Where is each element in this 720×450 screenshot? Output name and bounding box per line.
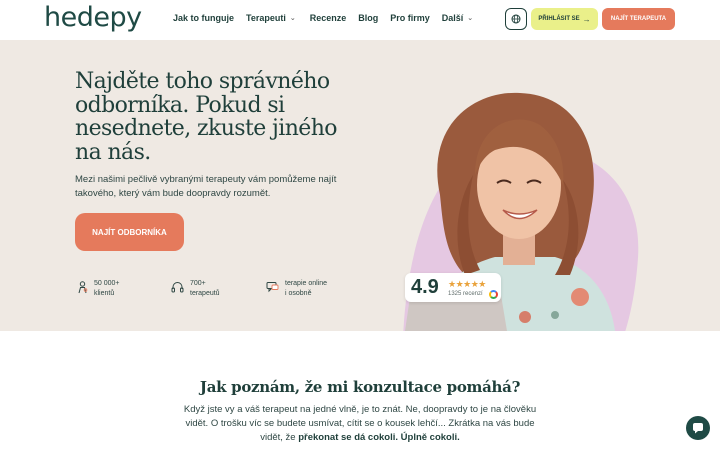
person-icon [78, 281, 88, 294]
nav-label: Recenze [309, 13, 347, 23]
logo[interactable]: hedepy [44, 2, 142, 33]
stat-therapists: 700+ terapeutů [171, 279, 220, 299]
review-count: 1325 recenzí [448, 291, 483, 297]
chevron-down-icon: ⌄ [467, 15, 474, 22]
section-text: Když jste vy a váš terapeut na jedné vln… [175, 403, 545, 445]
main-nav: Jak to funguje Terapeuti ⌄ Recenze Blog … [173, 13, 473, 23]
nav-label: Další [441, 13, 464, 23]
nav-label: Jak to funguje [173, 13, 235, 23]
login-label: PŘIHLÁSIT SE [538, 16, 580, 22]
nav-reviews[interactable]: Recenze [310, 13, 347, 23]
hero-title: Najděte toho správného odborníka. Pokud … [75, 69, 338, 165]
star-rating-icon: ★★★★★ [448, 279, 486, 289]
nav-how-it-works[interactable]: Jak to funguje [173, 13, 234, 23]
rating-value: 4.9 [411, 276, 439, 298]
chevron-down-icon: ⌄ [289, 15, 296, 22]
section-text-bold: překonat se dá cokoli. Úplně cokoli. [298, 432, 460, 443]
rating-badge: 4.9 ★★★★★ 1325 recenzí [405, 273, 501, 302]
chat-icon [266, 282, 279, 293]
stat-value: 50 000+ [94, 280, 120, 287]
hero-section: Najděte toho správného odborníka. Pokud … [0, 40, 720, 331]
google-icon [489, 290, 498, 299]
stat-clients: 50 000+ klientů [77, 279, 120, 299]
site-header: hedepy Jak to funguje Terapeuti ⌄ Recenz… [0, 0, 720, 40]
headphones-icon [171, 282, 184, 293]
chat-widget-button[interactable] [686, 416, 710, 440]
arrow-right-icon: → [582, 14, 591, 24]
nav-more[interactable]: Další ⌄ [442, 13, 473, 23]
nav-therapists[interactable]: Terapeuti ⌄ [246, 13, 296, 23]
find-therapist-button[interactable]: NAJÍT TERAPEUTA [602, 8, 675, 30]
nav-blog[interactable]: Blog [358, 13, 378, 23]
nav-label: Terapeuti [246, 13, 286, 23]
hero-subtitle: Mezi našimi pečlivě vybranými terapeuty … [75, 174, 337, 199]
login-button[interactable]: PŘIHLÁSIT SE → [531, 8, 598, 30]
stat-value: terapie online [285, 280, 328, 287]
language-button[interactable] [505, 8, 527, 30]
find-therapist-label: NAJÍT TERAPEUTA [610, 16, 667, 22]
nav-for-companies[interactable]: Pro firmy [390, 13, 430, 23]
stat-online: terapie online i osobně [266, 279, 327, 299]
find-specialist-label: NAJÍT ODBORNÍKA [92, 227, 167, 237]
stat-label: terapeutů [190, 290, 220, 297]
stat-value: 700+ [190, 280, 206, 287]
nav-label: Pro firmy [390, 13, 430, 23]
chat-bubble-icon [693, 423, 703, 434]
stat-label: i osobně [285, 290, 312, 297]
stat-label: klientů [94, 290, 115, 297]
globe-icon [511, 14, 521, 24]
section-title: Jak poznám, že mi konzultace pomáhá? [199, 378, 521, 396]
find-specialist-button[interactable]: NAJÍT ODBORNÍKA [75, 213, 184, 251]
nav-label: Blog [358, 13, 379, 23]
